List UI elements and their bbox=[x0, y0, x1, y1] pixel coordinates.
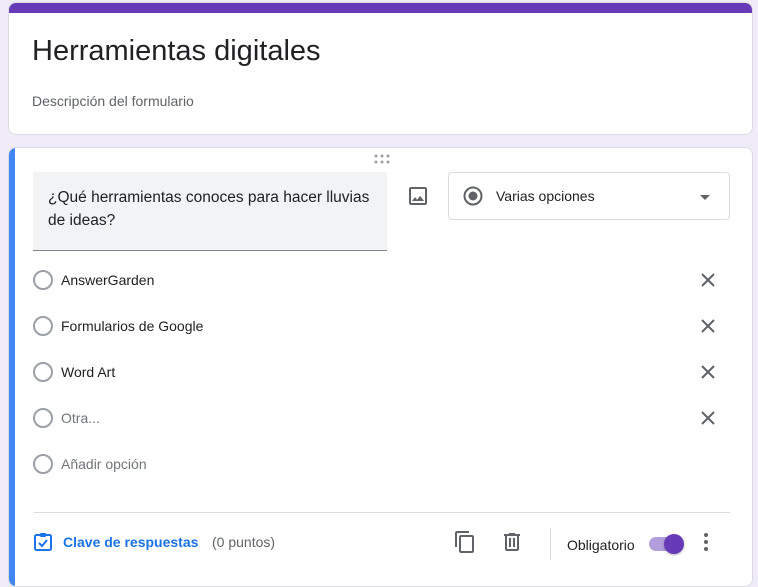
answer-key-icon bbox=[34, 533, 52, 551]
drag-handle-icon[interactable] bbox=[373, 154, 391, 164]
form-description-field[interactable]: Descripción del formulario bbox=[32, 93, 194, 109]
option-item[interactable]: Word Art bbox=[33, 358, 723, 388]
dropdown-arrow-icon bbox=[700, 195, 710, 200]
option-item-other[interactable]: Otra... bbox=[33, 404, 723, 434]
required-toggle[interactable] bbox=[649, 534, 685, 554]
trash-icon[interactable] bbox=[500, 530, 524, 554]
option-label[interactable]: Formularios de Google bbox=[61, 318, 203, 334]
answer-key-label: Clave de respuestas bbox=[63, 534, 199, 550]
points-label: (0 puntos) bbox=[212, 534, 276, 550]
active-question-indicator bbox=[9, 148, 15, 586]
radio-icon bbox=[33, 408, 53, 428]
form-title[interactable]: Herramientas digitales bbox=[32, 35, 321, 68]
radio-icon bbox=[33, 316, 53, 336]
question-title-input[interactable]: ¿Qué herramientas conoces para hacer llu… bbox=[33, 172, 387, 251]
radio-button-checked-icon bbox=[463, 186, 483, 206]
close-icon[interactable] bbox=[696, 406, 720, 430]
required-label: Obligatorio bbox=[567, 537, 635, 553]
title-card-accent bbox=[9, 3, 752, 13]
form-title-card: Herramientas digitales Descripción del f… bbox=[8, 2, 753, 135]
close-icon[interactable] bbox=[696, 268, 720, 292]
option-label[interactable]: Word Art bbox=[61, 364, 115, 380]
option-label[interactable]: AnswerGarden bbox=[61, 272, 154, 288]
answer-key-button[interactable]: Clave de respuestas bbox=[33, 530, 198, 554]
question-type-dropdown[interactable]: Varias opciones bbox=[448, 172, 730, 220]
more-vert-icon[interactable] bbox=[694, 530, 718, 554]
option-item[interactable]: AnswerGarden bbox=[33, 266, 723, 296]
option-item[interactable]: Formularios de Google bbox=[33, 312, 723, 342]
radio-icon bbox=[33, 270, 53, 290]
add-option-label[interactable]: Añadir opción bbox=[61, 456, 147, 472]
close-icon[interactable] bbox=[696, 360, 720, 384]
footer-divider bbox=[33, 512, 730, 513]
image-icon[interactable] bbox=[406, 184, 430, 208]
close-icon[interactable] bbox=[696, 314, 720, 338]
radio-icon bbox=[33, 454, 53, 474]
footer-separator bbox=[550, 528, 551, 560]
toggle-knob bbox=[664, 534, 684, 554]
add-option-item[interactable]: Añadir opción bbox=[33, 450, 723, 480]
option-label[interactable]: Otra... bbox=[61, 410, 100, 426]
radio-icon bbox=[33, 362, 53, 382]
question-type-label: Varias opciones bbox=[496, 188, 595, 204]
duplicate-icon[interactable] bbox=[453, 530, 477, 554]
question-card: ¿Qué herramientas conoces para hacer llu… bbox=[8, 147, 753, 587]
